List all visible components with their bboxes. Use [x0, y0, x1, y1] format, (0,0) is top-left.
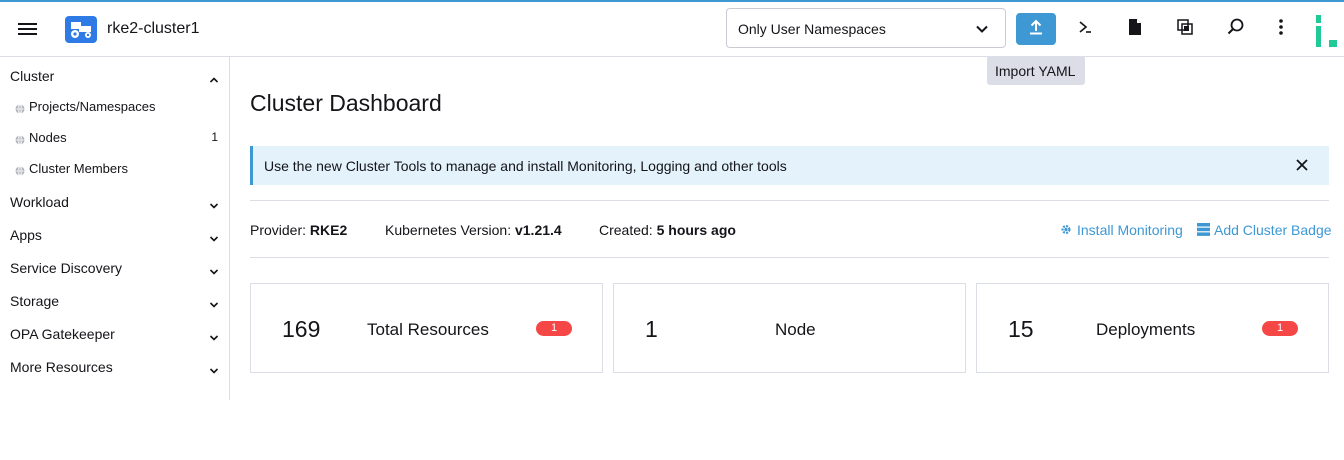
- namespace-filter-value: Only User Namespaces: [738, 21, 886, 37]
- sidebar: Cluster Projects/Namespaces Nodes 1 Clus…: [0, 57, 230, 400]
- sidebar-item-cluster-members[interactable]: Cluster Members: [0, 154, 229, 182]
- download-kubeconfig-button[interactable]: [1115, 13, 1155, 45]
- user-avatar[interactable]: [1313, 15, 1343, 47]
- sidebar-item-label: Cluster Members: [29, 161, 128, 176]
- chevron-down-icon: [209, 197, 219, 209]
- close-icon[interactable]: [1295, 158, 1309, 172]
- sidebar-item-nodes[interactable]: Nodes 1: [0, 123, 229, 151]
- banner-text: Use the new Cluster Tools to manage and …: [264, 158, 787, 174]
- deployments-card[interactable]: 15 Deployments 1: [976, 283, 1329, 373]
- sidebar-item-label: Projects/Namespaces: [29, 99, 156, 114]
- provider-label: Provider:: [250, 222, 307, 238]
- document-icon: [1128, 18, 1142, 40]
- warning-count-badge: 1: [1262, 321, 1298, 336]
- chevron-up-icon: [209, 71, 219, 83]
- globe-icon: [15, 101, 25, 114]
- chevron-down-icon: [209, 296, 219, 308]
- divider: [250, 257, 1329, 258]
- nav-group-cluster[interactable]: Cluster: [0, 59, 229, 89]
- card-count: 15: [1008, 316, 1034, 342]
- nav-group-opa-gatekeeper[interactable]: OPA Gatekeeper: [0, 317, 229, 347]
- provider-info: Provider: RKE2: [250, 222, 347, 238]
- more-actions-button[interactable]: [1261, 13, 1301, 45]
- nav-group-label: Workload: [10, 194, 69, 210]
- warning-count-badge: 1: [536, 321, 572, 336]
- sidebar-item-label: Nodes: [29, 130, 67, 145]
- chevron-down-icon: [209, 329, 219, 341]
- chevron-down-icon: [975, 22, 989, 36]
- cluster-tractor-logo-icon: [65, 16, 97, 43]
- nav-group-service-discovery[interactable]: Service Discovery: [0, 251, 229, 281]
- page-title: Cluster Dashboard: [250, 90, 442, 116]
- nav-group-label: Apps: [10, 227, 42, 243]
- vertical-ellipsis-icon: [1279, 18, 1283, 40]
- kubernetes-version-info: Kubernetes Version: v1.21.4: [385, 222, 562, 238]
- divider: [250, 200, 1329, 201]
- card-label: Node: [775, 320, 816, 339]
- terminal-icon: [1077, 19, 1093, 40]
- card-label: Total Resources: [367, 320, 489, 339]
- sidebar-item-projects-namespaces[interactable]: Projects/Namespaces: [0, 92, 229, 120]
- created-label: Created:: [599, 222, 653, 238]
- import-yaml-button[interactable]: [1016, 13, 1056, 45]
- total-resources-card[interactable]: 169 Total Resources 1: [250, 283, 603, 373]
- chevron-down-icon: [209, 263, 219, 275]
- nav-group-workload[interactable]: Workload: [0, 185, 229, 215]
- nodes-card[interactable]: 1 Node: [613, 283, 966, 373]
- upload-icon: [1027, 18, 1045, 41]
- search-icon: [1227, 18, 1244, 40]
- created-value: 5 hours ago: [656, 222, 736, 238]
- nav-group-apps[interactable]: Apps: [0, 218, 229, 248]
- namespace-filter-select[interactable]: Only User Namespaces: [726, 8, 1006, 48]
- kubectl-shell-button[interactable]: [1065, 13, 1105, 45]
- copy-kubeconfig-icon: [1177, 18, 1193, 40]
- globe-icon: [15, 163, 25, 176]
- nav-group-label: More Resources: [10, 359, 113, 375]
- created-info: Created: 5 hours ago: [599, 222, 736, 238]
- hamburger-menu-icon[interactable]: [18, 21, 38, 37]
- cluster-name: rke2-cluster1: [107, 20, 200, 37]
- provider-value: RKE2: [309, 222, 348, 238]
- chevron-down-icon: [209, 362, 219, 374]
- sidebar-item-count: 1: [211, 130, 218, 144]
- search-resources-button[interactable]: [1215, 13, 1255, 45]
- nav-group-storage[interactable]: Storage: [0, 284, 229, 314]
- card-count: 1: [645, 316, 658, 342]
- install-monitoring-label: Install Monitoring: [1077, 222, 1183, 238]
- copy-kubeconfig-button[interactable]: [1165, 13, 1205, 45]
- nav-group-more-resources[interactable]: More Resources: [0, 350, 229, 380]
- nav-group-label: Storage: [10, 293, 60, 309]
- chevron-down-icon: [209, 230, 219, 242]
- add-cluster-badge-label: Add Cluster Badge: [1214, 222, 1332, 238]
- card-count: 169: [282, 316, 321, 342]
- import-yaml-tooltip: Import YAML: [987, 56, 1085, 85]
- add-cluster-badge-link[interactable]: Add Cluster Badge: [1197, 222, 1332, 240]
- card-label: Deployments: [1096, 320, 1196, 339]
- top-header: rke2-cluster1 Only User Namespaces: [0, 2, 1344, 57]
- nav-group-label: Service Discovery: [10, 260, 123, 276]
- kubernetes-version-label: Kubernetes Version:: [385, 222, 512, 238]
- cluster-tools-banner: Use the new Cluster Tools to manage and …: [250, 146, 1329, 185]
- install-monitoring-link[interactable]: Install Monitoring: [1060, 222, 1190, 240]
- nav-group-label: OPA Gatekeeper: [10, 326, 115, 342]
- globe-icon: [15, 132, 25, 145]
- nav-group-label: Cluster: [10, 68, 55, 84]
- kubernetes-version-value: v1.21.4: [514, 222, 562, 238]
